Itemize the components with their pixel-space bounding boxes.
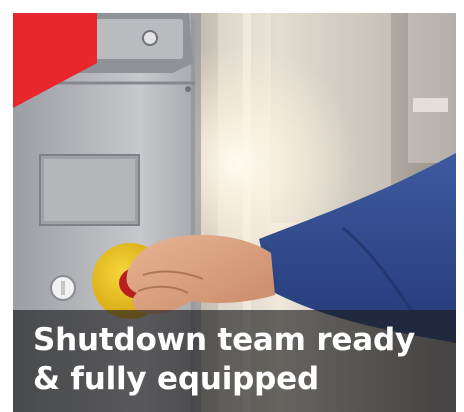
caption-overlay: Shutdown team ready & fully equipped: [13, 310, 456, 412]
news-card[interactable]: Shutdown team ready & fully equipped: [13, 13, 456, 412]
caption-line-1[interactable]: Shutdown team ready: [33, 322, 415, 358]
caption-line-2[interactable]: & fully equipped: [33, 361, 319, 397]
red-corner-accent: [13, 13, 97, 108]
